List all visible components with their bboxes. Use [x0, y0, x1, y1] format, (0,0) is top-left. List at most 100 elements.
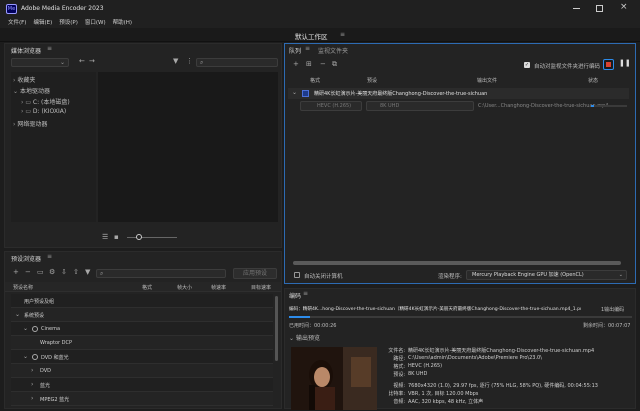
preset-column-header: 预设名称 格式 帧大小 帧速率 目标速率 [5, 282, 281, 292]
queue-scrollbar[interactable] [293, 261, 621, 265]
remove-icon[interactable]: − [320, 60, 326, 68]
filter-icon[interactable]: ▼ [173, 57, 178, 65]
chevron-icon[interactable]: ⌄ [23, 353, 28, 360]
preset-tree-row[interactable]: ⌄ 系统预设 [11, 308, 273, 322]
import-icon[interactable]: ⇩ [61, 268, 67, 276]
window-title: Adobe Media Encoder 2023 [21, 5, 104, 12]
tab-queue[interactable]: 队列 [289, 46, 301, 55]
queue-output-row[interactable]: HEVC (H.265) 8K UHD C:\User...Changhong-… [288, 101, 629, 112]
panel-menu-icon[interactable]: ≡ [47, 45, 52, 52]
preset-row-label: DVD 和蓝光 [41, 355, 69, 361]
close-button[interactable]: × [620, 2, 628, 12]
detail-value: AAC, 320 kbps, 48 kHz, 立体声 [408, 399, 484, 405]
menu-window[interactable]: 窗口(W) [85, 18, 106, 28]
add-source-icon[interactable]: + [293, 60, 299, 68]
preset-row-label: MPEG2 蓝光 [40, 397, 70, 403]
encoding-file-line: 编码：精研4K...hong-Discover-the-true-sichuan… [289, 307, 581, 312]
location-dropdown[interactable]: ⌄ [11, 58, 69, 67]
zoom-slider-handle[interactable] [136, 234, 142, 240]
workspace-menu-icon[interactable]: ≡ [340, 31, 345, 38]
preset-tree-row[interactable]: › 蓝光 [11, 378, 273, 392]
chevron-icon[interactable]: › [31, 367, 33, 374]
detail-key: 比特率: [388, 391, 405, 397]
list-view-icon[interactable]: ☰ [102, 233, 108, 241]
file-view-area[interactable] [98, 72, 278, 222]
output-count: 1输出编码 [601, 307, 625, 313]
renderer-dropdown[interactable]: Mercury Playback Engine GPU 加速 (OpenCL) ⌄ [466, 270, 627, 280]
tab-watch-folders[interactable]: 监视文件夹 [318, 46, 348, 55]
remove-icon[interactable]: − [25, 268, 31, 276]
output-file-path[interactable]: C:\User...Changhong-Discover-the-true-si… [478, 103, 608, 109]
encoding-details: 文件名: 精研4K长虹演示片-美丽天府最终版Changhong-Discover-… [383, 347, 633, 410]
detail-value: HEVC (H.265) [408, 363, 443, 369]
preset-row-label: Cinema [41, 326, 61, 332]
minimize-button[interactable] [573, 8, 580, 9]
scrollbar[interactable] [275, 296, 278, 361]
output-preview-toggle[interactable]: ⌄ 输出预览 [289, 333, 320, 342]
panel-menu-icon[interactable]: ≡ [47, 253, 52, 260]
preset-tree-row[interactable]: 用户预设及组 [11, 294, 273, 308]
tree-item[interactable]: › ▭ D: (KIOXIA) [21, 108, 66, 115]
tree-item[interactable]: › 收藏夹 [13, 75, 35, 84]
menu-help[interactable]: 帮助(H) [113, 18, 132, 28]
auto-encode-label: 自动对监视文件夹进行编码 [534, 64, 601, 70]
chevron-icon[interactable]: › [31, 381, 33, 388]
format-dropdown[interactable]: HEVC (H.265) [300, 101, 362, 111]
encode-progress-track [591, 105, 627, 107]
maximize-button[interactable] [596, 5, 603, 12]
media-browser-panel: 媒体浏览器 ≡ ⌄ ← → ▼ ⋮ ⌕ › 收藏夹 ⌄ 本地驱动器 › ▭ C:… [4, 43, 282, 248]
preset-tree-row[interactable]: ⌄ Cinema [11, 322, 273, 336]
preset-browser-tab[interactable]: 预设浏览器 [11, 254, 41, 263]
queue-item-row[interactable]: ⌄ 精研4K长虹演示片-美丽天府最终版Changhong-Discover-th… [288, 88, 629, 99]
stop-queue-button[interactable] [603, 59, 614, 70]
menu-preset[interactable]: 预设(P) [59, 18, 78, 28]
detail-key: 文件名: [388, 348, 405, 354]
panel-menu-icon[interactable]: ≡ [303, 290, 308, 297]
chevron-icon[interactable]: › [31, 395, 33, 402]
panel-menu-icon[interactable]: ≡ [305, 45, 310, 52]
zoom-slider[interactable] [127, 237, 177, 238]
filter-icon[interactable]: ▼ [85, 268, 90, 276]
encoding-tab[interactable]: 编码 [289, 291, 301, 300]
preset-tree-row[interactable]: Wraptor DCP [11, 336, 273, 350]
menu-edit[interactable]: 编辑(E) [33, 18, 52, 28]
tree-item[interactable]: › 网络驱动器 [13, 119, 47, 128]
pause-queue-button[interactable]: ❚❚ [619, 59, 631, 67]
view-toggle-icon[interactable]: ⋮ [186, 57, 193, 65]
preset-search-input[interactable]: ⌕ [96, 269, 226, 278]
forward-arrow-icon[interactable]: → [89, 57, 95, 65]
new-group-icon[interactable]: ▭ [37, 268, 44, 276]
drive-icon: ▭ [25, 99, 31, 106]
auto-encode-checkbox[interactable]: ✓ [524, 62, 530, 68]
renderer-label: 渲染程序: [438, 274, 462, 280]
chevron-down-icon[interactable]: ⌄ [292, 89, 297, 96]
preset-tree-row[interactable]: ⌄ DVD 和蓝光 [11, 350, 273, 364]
auto-shutdown-checkbox[interactable] [294, 272, 300, 278]
menu-file[interactable]: 文件(F) [8, 18, 26, 28]
preset-tree-row[interactable]: › DVD [11, 364, 273, 378]
title-bar: Me Adobe Media Encoder 2023 × [0, 0, 640, 18]
encoding-progress-track [289, 316, 632, 318]
tree-item[interactable]: ⌄ 本地驱动器 [13, 86, 50, 95]
settings-icon[interactable]: ⚙ [49, 268, 55, 276]
drive-icon: ▭ [25, 108, 31, 115]
back-arrow-icon[interactable]: ← [79, 57, 85, 65]
export-icon[interactable]: ⇧ [73, 268, 79, 276]
chevron-icon[interactable]: ⌄ [23, 325, 28, 332]
tree-item[interactable]: › ▭ C: (本地磁盘) [21, 97, 70, 106]
apply-preset-button[interactable]: 应用预设 [233, 268, 277, 279]
media-search-input[interactable]: ⌕ [196, 58, 278, 67]
preset-tree-row[interactable]: › MPEG2 蓝光 [11, 392, 273, 406]
detail-key: 预设: [393, 372, 405, 378]
chevron-icon[interactable]: ⌄ [15, 311, 20, 318]
add-icon[interactable]: + [13, 268, 19, 276]
workspace-tab[interactable]: 默认工作区 [295, 31, 328, 41]
detail-value: C:\Users\admin\Documents\Adobe\Premiere … [408, 355, 542, 361]
icon-view-icon[interactable]: ▪ [114, 233, 119, 241]
duplicate-icon[interactable]: ⧉ [332, 60, 337, 69]
preset-browser-panel: 预设浏览器 ≡ + − ▭ ⚙ ⇩ ⇧ ▼ ⌕ 应用预设 预设名称 格式 帧大小… [4, 251, 282, 409]
detail-value: 精研4K长虹演示片-美丽天府最终版Changhong-Discover-the-… [408, 348, 595, 354]
media-browser-tab[interactable]: 媒体浏览器 [11, 46, 41, 55]
add-output-icon[interactable]: ⊞ [306, 60, 312, 68]
preset-dropdown[interactable]: 8K UHD [366, 101, 474, 111]
